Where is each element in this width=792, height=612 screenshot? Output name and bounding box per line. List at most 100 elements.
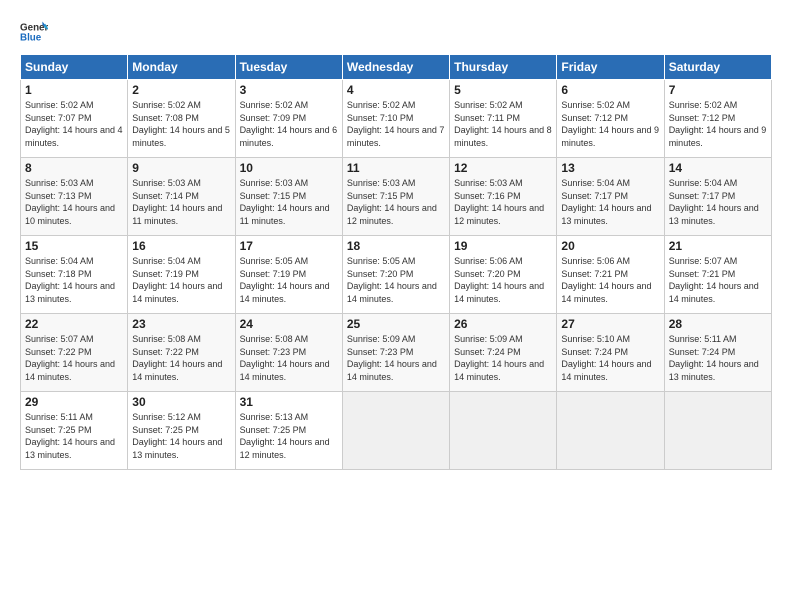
day-info: Sunrise: 5:12 AMSunset: 7:25 PMDaylight:… xyxy=(132,412,222,460)
day-info: Sunrise: 5:06 AMSunset: 7:21 PMDaylight:… xyxy=(561,256,651,304)
calendar-cell: 12 Sunrise: 5:03 AMSunset: 7:16 PMDaylig… xyxy=(450,158,557,236)
calendar-cell: 15 Sunrise: 5:04 AMSunset: 7:18 PMDaylig… xyxy=(21,236,128,314)
day-number: 5 xyxy=(454,83,552,97)
day-info: Sunrise: 5:04 AMSunset: 7:18 PMDaylight:… xyxy=(25,256,115,304)
calendar-table: SundayMondayTuesdayWednesdayThursdayFrid… xyxy=(20,54,772,470)
calendar-cell: 30 Sunrise: 5:12 AMSunset: 7:25 PMDaylig… xyxy=(128,392,235,470)
weekday-header-sunday: Sunday xyxy=(21,55,128,80)
calendar-cell: 20 Sunrise: 5:06 AMSunset: 7:21 PMDaylig… xyxy=(557,236,664,314)
calendar-cell: 2 Sunrise: 5:02 AMSunset: 7:08 PMDayligh… xyxy=(128,80,235,158)
day-number: 28 xyxy=(669,317,767,331)
calendar-cell: 22 Sunrise: 5:07 AMSunset: 7:22 PMDaylig… xyxy=(21,314,128,392)
day-info: Sunrise: 5:02 AMSunset: 7:07 PMDaylight:… xyxy=(25,100,123,148)
calendar-cell: 9 Sunrise: 5:03 AMSunset: 7:14 PMDayligh… xyxy=(128,158,235,236)
day-number: 1 xyxy=(25,83,123,97)
calendar-cell xyxy=(664,392,771,470)
day-info: Sunrise: 5:11 AMSunset: 7:24 PMDaylight:… xyxy=(669,334,759,382)
day-info: Sunrise: 5:10 AMSunset: 7:24 PMDaylight:… xyxy=(561,334,651,382)
weekday-header-monday: Monday xyxy=(128,55,235,80)
day-info: Sunrise: 5:02 AMSunset: 7:08 PMDaylight:… xyxy=(132,100,230,148)
day-number: 8 xyxy=(25,161,123,175)
weekday-header-wednesday: Wednesday xyxy=(342,55,449,80)
calendar-cell: 21 Sunrise: 5:07 AMSunset: 7:21 PMDaylig… xyxy=(664,236,771,314)
calendar-cell: 17 Sunrise: 5:05 AMSunset: 7:19 PMDaylig… xyxy=(235,236,342,314)
day-number: 7 xyxy=(669,83,767,97)
day-number: 26 xyxy=(454,317,552,331)
day-number: 29 xyxy=(25,395,123,409)
day-number: 3 xyxy=(240,83,338,97)
day-info: Sunrise: 5:02 AMSunset: 7:12 PMDaylight:… xyxy=(669,100,767,148)
day-info: Sunrise: 5:02 AMSunset: 7:12 PMDaylight:… xyxy=(561,100,659,148)
calendar-cell: 4 Sunrise: 5:02 AMSunset: 7:10 PMDayligh… xyxy=(342,80,449,158)
day-number: 16 xyxy=(132,239,230,253)
day-number: 23 xyxy=(132,317,230,331)
calendar-week-1: 1 Sunrise: 5:02 AMSunset: 7:07 PMDayligh… xyxy=(21,80,772,158)
day-info: Sunrise: 5:07 AMSunset: 7:21 PMDaylight:… xyxy=(669,256,759,304)
day-info: Sunrise: 5:02 AMSunset: 7:09 PMDaylight:… xyxy=(240,100,338,148)
weekday-header-thursday: Thursday xyxy=(450,55,557,80)
day-info: Sunrise: 5:08 AMSunset: 7:23 PMDaylight:… xyxy=(240,334,330,382)
day-number: 22 xyxy=(25,317,123,331)
day-number: 6 xyxy=(561,83,659,97)
day-info: Sunrise: 5:11 AMSunset: 7:25 PMDaylight:… xyxy=(25,412,115,460)
calendar-week-5: 29 Sunrise: 5:11 AMSunset: 7:25 PMDaylig… xyxy=(21,392,772,470)
calendar-cell: 18 Sunrise: 5:05 AMSunset: 7:20 PMDaylig… xyxy=(342,236,449,314)
page: General Blue SundayMondayTuesdayWednesda… xyxy=(0,0,792,612)
day-info: Sunrise: 5:05 AMSunset: 7:20 PMDaylight:… xyxy=(347,256,437,304)
day-number: 10 xyxy=(240,161,338,175)
day-info: Sunrise: 5:04 AMSunset: 7:19 PMDaylight:… xyxy=(132,256,222,304)
svg-text:Blue: Blue xyxy=(20,32,42,43)
calendar-week-4: 22 Sunrise: 5:07 AMSunset: 7:22 PMDaylig… xyxy=(21,314,772,392)
day-info: Sunrise: 5:09 AMSunset: 7:24 PMDaylight:… xyxy=(454,334,544,382)
calendar-cell: 3 Sunrise: 5:02 AMSunset: 7:09 PMDayligh… xyxy=(235,80,342,158)
day-info: Sunrise: 5:05 AMSunset: 7:19 PMDaylight:… xyxy=(240,256,330,304)
day-info: Sunrise: 5:03 AMSunset: 7:13 PMDaylight:… xyxy=(25,178,115,226)
day-number: 15 xyxy=(25,239,123,253)
day-number: 11 xyxy=(347,161,445,175)
day-info: Sunrise: 5:13 AMSunset: 7:25 PMDaylight:… xyxy=(240,412,330,460)
calendar-cell: 8 Sunrise: 5:03 AMSunset: 7:13 PMDayligh… xyxy=(21,158,128,236)
calendar-cell: 1 Sunrise: 5:02 AMSunset: 7:07 PMDayligh… xyxy=(21,80,128,158)
day-number: 30 xyxy=(132,395,230,409)
day-info: Sunrise: 5:04 AMSunset: 7:17 PMDaylight:… xyxy=(669,178,759,226)
day-number: 24 xyxy=(240,317,338,331)
calendar-cell: 11 Sunrise: 5:03 AMSunset: 7:15 PMDaylig… xyxy=(342,158,449,236)
header: General Blue xyxy=(20,18,772,46)
day-number: 21 xyxy=(669,239,767,253)
day-number: 2 xyxy=(132,83,230,97)
calendar-cell: 28 Sunrise: 5:11 AMSunset: 7:24 PMDaylig… xyxy=(664,314,771,392)
calendar-cell: 19 Sunrise: 5:06 AMSunset: 7:20 PMDaylig… xyxy=(450,236,557,314)
calendar-cell: 13 Sunrise: 5:04 AMSunset: 7:17 PMDaylig… xyxy=(557,158,664,236)
day-info: Sunrise: 5:08 AMSunset: 7:22 PMDaylight:… xyxy=(132,334,222,382)
day-info: Sunrise: 5:03 AMSunset: 7:16 PMDaylight:… xyxy=(454,178,544,226)
calendar-cell: 10 Sunrise: 5:03 AMSunset: 7:15 PMDaylig… xyxy=(235,158,342,236)
day-number: 19 xyxy=(454,239,552,253)
day-number: 9 xyxy=(132,161,230,175)
calendar-cell: 24 Sunrise: 5:08 AMSunset: 7:23 PMDaylig… xyxy=(235,314,342,392)
day-number: 18 xyxy=(347,239,445,253)
day-number: 31 xyxy=(240,395,338,409)
day-info: Sunrise: 5:02 AMSunset: 7:10 PMDaylight:… xyxy=(347,100,445,148)
calendar-cell: 7 Sunrise: 5:02 AMSunset: 7:12 PMDayligh… xyxy=(664,80,771,158)
calendar-cell: 5 Sunrise: 5:02 AMSunset: 7:11 PMDayligh… xyxy=(450,80,557,158)
calendar-cell: 27 Sunrise: 5:10 AMSunset: 7:24 PMDaylig… xyxy=(557,314,664,392)
calendar-cell: 26 Sunrise: 5:09 AMSunset: 7:24 PMDaylig… xyxy=(450,314,557,392)
day-number: 14 xyxy=(669,161,767,175)
day-number: 20 xyxy=(561,239,659,253)
day-info: Sunrise: 5:09 AMSunset: 7:23 PMDaylight:… xyxy=(347,334,437,382)
day-info: Sunrise: 5:02 AMSunset: 7:11 PMDaylight:… xyxy=(454,100,552,148)
calendar-cell xyxy=(557,392,664,470)
day-info: Sunrise: 5:03 AMSunset: 7:14 PMDaylight:… xyxy=(132,178,222,226)
calendar-cell: 25 Sunrise: 5:09 AMSunset: 7:23 PMDaylig… xyxy=(342,314,449,392)
calendar-cell: 16 Sunrise: 5:04 AMSunset: 7:19 PMDaylig… xyxy=(128,236,235,314)
day-number: 13 xyxy=(561,161,659,175)
calendar-cell xyxy=(450,392,557,470)
day-number: 17 xyxy=(240,239,338,253)
calendar-cell xyxy=(342,392,449,470)
logo: General Blue xyxy=(20,18,48,46)
calendar-cell: 23 Sunrise: 5:08 AMSunset: 7:22 PMDaylig… xyxy=(128,314,235,392)
day-number: 4 xyxy=(347,83,445,97)
weekday-header-tuesday: Tuesday xyxy=(235,55,342,80)
calendar-cell: 29 Sunrise: 5:11 AMSunset: 7:25 PMDaylig… xyxy=(21,392,128,470)
day-number: 25 xyxy=(347,317,445,331)
